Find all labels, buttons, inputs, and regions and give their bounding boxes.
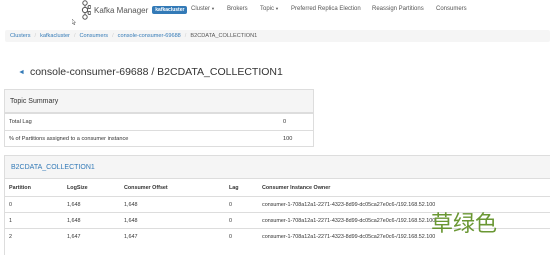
nav-preferred-replica-election-label: Preferred Replica Election — [291, 6, 361, 12]
mouse-cursor-icon — [72, 19, 76, 25]
breadcrumb: Clusters / kafkacluster / Consumers / co… — [5, 30, 550, 42]
nav-brokers[interactable]: Brokers — [227, 6, 248, 12]
nav-topic-label: Topic — [260, 6, 275, 12]
nav-reassign-partitions-label: Reassign Partitions — [372, 6, 424, 12]
breadcrumb-consumer[interactable]: console-consumer-69688 — [118, 33, 181, 39]
topic-link[interactable]: B2CDATA_COLLECTION1 — [5, 156, 550, 179]
lag-cell: 0 — [229, 234, 232, 240]
nav-consumers-label: Consumers — [436, 6, 467, 12]
consumer-offset-cell: 1,648 — [124, 218, 138, 224]
partition-cell: 2 — [9, 234, 12, 240]
column-header: Lag — [229, 185, 239, 191]
summary-value: 0 — [283, 119, 287, 125]
lag-cell: 0 — [229, 202, 232, 208]
topic-summary-heading: Topic Summary — [5, 90, 313, 113]
nav-cluster-menu[interactable]: Cluster▼ — [191, 6, 215, 12]
column-header: Consumer Instance Owner — [262, 185, 331, 191]
breadcrumb-separator: / — [34, 33, 37, 39]
breadcrumb-consumers[interactable]: Consumers — [80, 33, 109, 39]
cluster-badge: kafkacluster — [152, 6, 188, 14]
column-header: Consumer Offset — [124, 185, 168, 191]
summary-label: Total Lag — [9, 119, 32, 125]
kafka-logo-icon — [81, 0, 91, 20]
topic-summary-panel: Topic Summary Total Lag 0 % of Partition… — [4, 89, 314, 147]
breadcrumb-cluster[interactable]: kafkacluster — [40, 33, 70, 39]
breadcrumb-clusters[interactable]: Clusters — [10, 33, 31, 39]
breadcrumb-separator: / — [112, 33, 114, 39]
logsize-cell: 1,648 — [67, 218, 81, 224]
page-title-text: console-consumer-69688 / B2CDATA_COLLECT… — [29, 66, 283, 78]
nav-reassign-partitions[interactable]: Reassign Partitions — [372, 6, 424, 12]
consumer-offset-cell: 1,647 — [124, 234, 138, 240]
lag-cell: 0 — [229, 218, 232, 224]
summary-row: % of Partitions assigned to a consumer i… — [5, 130, 313, 147]
table-header-row: Partition LogSize Consumer Offset Lag Co… — [5, 180, 550, 196]
owner-cell: consumer-1-708a12a1-2271-4323-8d99-dc05c… — [262, 202, 436, 208]
nav-brokers-label: Brokers — [227, 6, 248, 12]
nav-consumers[interactable]: Consumers — [436, 6, 467, 12]
logsize-cell: 1,648 — [67, 202, 81, 208]
chevron-down-icon: ▼ — [211, 6, 215, 11]
logsize-cell: 1,647 — [67, 234, 81, 240]
column-header: Partition — [9, 185, 31, 191]
summary-label: % of Partitions assigned to a consumer i… — [9, 136, 129, 142]
brand-name: Kafka Manager — [94, 5, 149, 15]
consumer-offset-cell: 1,648 — [124, 202, 138, 208]
chevron-down-icon: ▼ — [275, 6, 279, 11]
summary-value: 100 — [283, 136, 293, 142]
column-header: LogSize — [67, 185, 88, 191]
back-arrow-icon[interactable]: ◄ — [18, 69, 25, 76]
breadcrumb-separator: / — [184, 33, 187, 39]
nav-preferred-replica-election[interactable]: Preferred Replica Election — [291, 6, 361, 12]
page-title: ◄ console-consumer-69688 / B2CDATA_COLLE… — [18, 66, 283, 78]
summary-row: Total Lag 0 — [5, 113, 313, 130]
partition-cell: 0 — [9, 202, 12, 208]
watermark: 草绿色 — [431, 212, 498, 237]
nav-topic-menu[interactable]: Topic▼ — [260, 6, 279, 12]
owner-cell: consumer-1-708a12a1-2271-4323-8d99-dc05c… — [262, 218, 436, 224]
brand[interactable]: Kafka Manager kafkacluster — [79, 0, 188, 20]
partition-cell: 1 — [9, 218, 12, 224]
breadcrumb-topic: B2CDATA_COLLECTION1 — [190, 33, 258, 39]
owner-cell: consumer-1-708a12a1-2271-4323-8d99-dc05c… — [262, 234, 436, 240]
nav-cluster-label: Cluster — [191, 6, 211, 12]
topic-consumer-panel: B2CDATA_COLLECTION1 Partition LogSize Co… — [4, 155, 550, 255]
breadcrumb-separator: / — [73, 33, 76, 39]
navbar: Kafka Manager kafkacluster Cluster▼ Brok… — [0, 0, 550, 20]
